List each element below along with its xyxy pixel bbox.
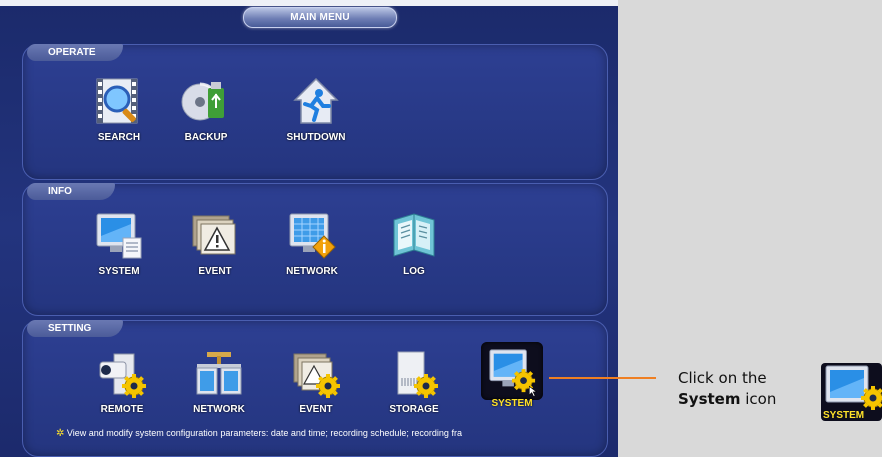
screen-top-border — [0, 0, 618, 6]
setting-system-label: SYSTEM — [491, 398, 533, 409]
network-info-icon — [289, 213, 336, 259]
event-alert-icon — [192, 215, 236, 255]
search-label: SEARCH — [97, 132, 141, 143]
search-button[interactable]: SEARCH — [77, 76, 161, 143]
info-network-button[interactable]: NETWORK — [270, 210, 354, 277]
remote-label: REMOTE — [100, 404, 144, 415]
main-menu-title: MAIN MENU — [243, 7, 397, 28]
callout-system-icon: SYSTEM — [821, 363, 882, 421]
storage-label: STORAGE — [389, 404, 439, 415]
hint-bar: ✲ View and modify system configuration p… — [56, 428, 616, 439]
info-network-label: NETWORK — [286, 266, 338, 277]
search-film-icon — [96, 78, 138, 124]
info-system-button[interactable]: SYSTEM — [77, 210, 161, 277]
shutdown-button[interactable]: SHUTDOWN — [274, 76, 358, 143]
setting-system-button[interactable]: SYSTEM — [470, 342, 554, 409]
callout-icon-label: SYSTEM — [823, 410, 865, 421]
log-label: LOG — [403, 266, 425, 277]
lightbulb-icon: ✲ — [56, 428, 65, 439]
backup-label: BACKUP — [184, 132, 228, 143]
storage-gear-icon — [397, 351, 438, 398]
backup-button[interactable]: BACKUP — [164, 76, 248, 143]
callout-line1: Click on the — [678, 369, 767, 387]
setting-event-button[interactable]: EVENT — [274, 348, 358, 415]
callout-instruction: Click on the System icon — [678, 368, 776, 410]
callout-connector-line — [549, 377, 656, 379]
shutdown-label: SHUTDOWN — [286, 132, 346, 143]
setting-network-button[interactable]: NETWORK — [177, 348, 261, 415]
remote-button[interactable]: REMOTE — [80, 348, 164, 415]
info-event-label: EVENT — [198, 266, 232, 277]
system-info-monitor-icon — [96, 213, 142, 259]
setting-network-label: NETWORK — [193, 404, 245, 415]
shutdown-exit-house-icon — [293, 77, 339, 124]
event-gear-icon — [293, 353, 340, 398]
network-gear-icon — [196, 352, 242, 395]
callout-line2: System icon — [678, 389, 776, 410]
backup-disc-usb-icon — [181, 82, 224, 121]
dvr-main-menu-screen: MAIN MENU OPERATE SEARCH BACKUP SHUTDOWN… — [0, 0, 618, 457]
system-gear-icon — [489, 349, 537, 396]
info-system-label: SYSTEM — [98, 266, 140, 277]
setting-section-label: SETTING — [27, 320, 123, 337]
storage-button[interactable]: STORAGE — [372, 348, 456, 415]
log-book-icon — [393, 213, 435, 257]
setting-event-label: EVENT — [299, 404, 333, 415]
selected-highlight — [481, 342, 543, 400]
operate-section-label: OPERATE — [27, 44, 123, 61]
callout-bold-word: System — [678, 390, 741, 408]
info-section-label: INFO — [27, 183, 115, 200]
log-button[interactable]: LOG — [372, 210, 456, 277]
remote-camera-gear-icon — [99, 353, 146, 398]
hint-text: View and modify system configuration par… — [66, 428, 462, 438]
info-event-button[interactable]: EVENT — [173, 210, 257, 277]
callout-line2-rest: icon — [740, 390, 777, 408]
